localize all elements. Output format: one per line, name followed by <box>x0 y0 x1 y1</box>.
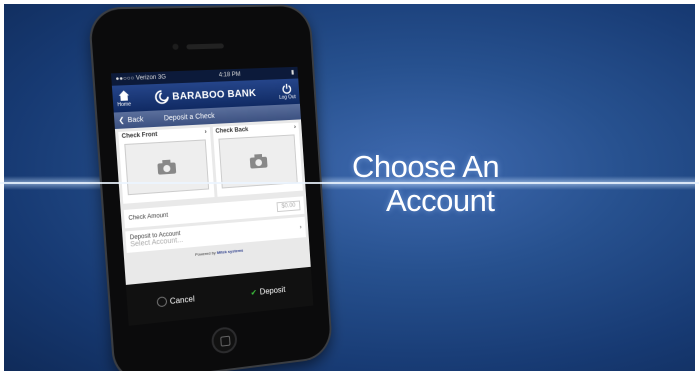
cancel-icon <box>156 296 168 308</box>
brand-logo: BARABOO BANK <box>155 86 257 104</box>
camera-icon <box>157 159 177 175</box>
check-back-photo <box>217 134 298 189</box>
check-back-tile[interactable]: Check Back › <box>212 122 303 197</box>
headline-line-1: Choose An <box>352 149 500 184</box>
headline-line-2: Account <box>386 183 495 218</box>
camera-icon <box>249 154 268 169</box>
check-amount-label: Check Amount <box>128 212 169 222</box>
back-button[interactable]: ❮ Back <box>118 115 144 125</box>
brand-name: BARABOO BANK <box>171 87 257 103</box>
logout-label: Log Out <box>278 94 296 101</box>
phone: ●●○○○ Verizon 3G 4:18 PM ▮ Home BARABOO … <box>89 6 332 375</box>
chevron-right-icon: › <box>293 124 297 131</box>
back-label: Back <box>127 115 144 124</box>
home-button[interactable]: Home <box>116 89 131 108</box>
check-front-label: Check Front <box>121 131 158 140</box>
home-label: Home <box>117 101 132 109</box>
app-screen: ●●○○○ Verizon 3G 4:18 PM ▮ Home BARABOO … <box>110 66 314 326</box>
chevron-left-icon: ❮ <box>118 117 125 125</box>
logout-button[interactable]: Log Out <box>278 83 296 101</box>
clock-text: 4:18 PM <box>218 71 241 79</box>
cancel-button[interactable]: Cancel <box>156 293 195 308</box>
check-images: Check Front › Check Back › <box>115 119 306 207</box>
video-frame: Choose An Account ●●○○○ Verizon 3G 4:18 … <box>0 0 699 375</box>
headline: Choose An Account <box>352 149 500 218</box>
powered-by-label: Powered by <box>194 250 216 257</box>
check-front-tile[interactable]: Check Front › <box>118 127 215 204</box>
page-title: Deposit a Check <box>163 112 215 122</box>
deposit-label: Deposit <box>259 284 286 297</box>
chevron-right-icon: › <box>204 129 207 136</box>
battery-icon: ▮ <box>290 69 295 76</box>
carrier-text: ●●○○○ Verizon 3G <box>115 74 167 83</box>
power-icon <box>281 83 293 95</box>
checkmark-icon: ✔ <box>250 287 258 297</box>
home-icon <box>118 90 130 101</box>
front-camera <box>172 43 179 50</box>
chevron-right-icon: › <box>299 224 302 231</box>
check-back-label: Check Back <box>215 127 249 135</box>
check-front-photo <box>124 139 209 196</box>
vendor-logo: Mitek systems <box>216 247 244 255</box>
check-amount-input[interactable]: $0.00 <box>276 200 301 213</box>
cancel-label: Cancel <box>169 293 195 306</box>
deposit-button[interactable]: ✔ Deposit <box>250 285 285 297</box>
swirl-logo-icon <box>155 90 170 105</box>
